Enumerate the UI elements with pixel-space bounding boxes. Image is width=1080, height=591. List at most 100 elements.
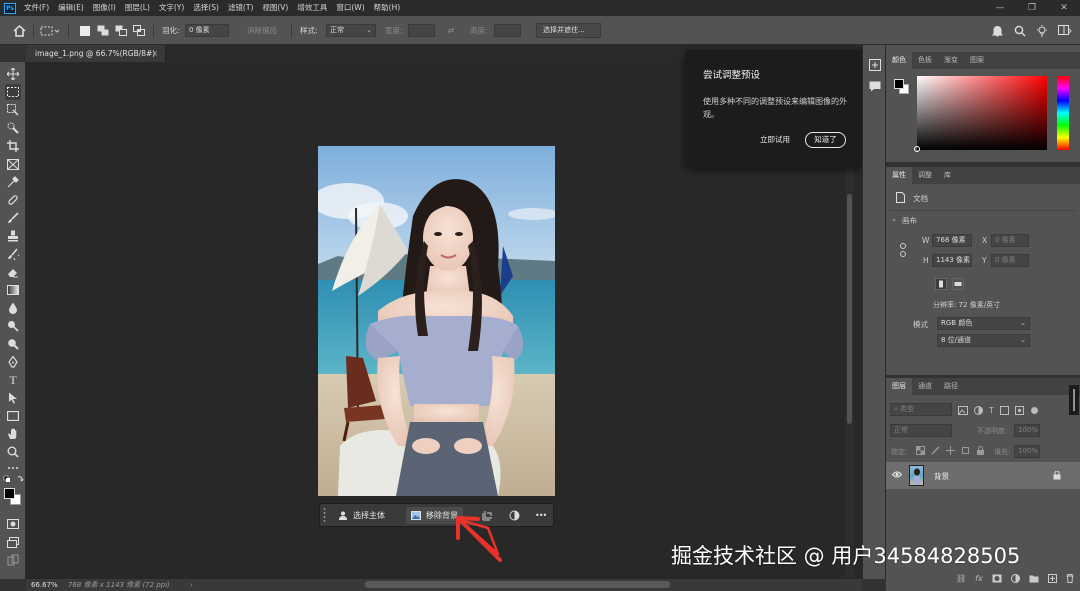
layer-filter-select[interactable]: ⌕ 类型: [890, 403, 952, 416]
color-field-picker[interactable]: [914, 76, 1047, 152]
sponge-tool-icon[interactable]: [5, 336, 21, 352]
menu-view[interactable]: 视图(V): [262, 0, 288, 16]
link-dimensions-icon[interactable]: [899, 243, 907, 259]
menu-plugins[interactable]: 增效工具: [297, 0, 327, 16]
menu-filter[interactable]: 滤镜(T): [228, 0, 253, 16]
move-tool-icon[interactable]: [5, 66, 21, 82]
lock-position-icon[interactable]: [946, 446, 955, 455]
drag-handle-icon[interactable]: [323, 507, 326, 524]
workspace-icon[interactable]: [1056, 23, 1074, 38]
opacity-input[interactable]: 100%: [1014, 424, 1040, 437]
tab-layers[interactable]: 图层: [886, 378, 912, 395]
restore-icon[interactable]: ❐: [1016, 0, 1048, 16]
lock-artboard-icon[interactable]: [961, 446, 970, 455]
collapse-chevron-icon[interactable]: ⌄: [891, 215, 897, 223]
zoom-level[interactable]: 66.67%: [31, 579, 58, 591]
notification-bell-icon[interactable]: [989, 23, 1005, 38]
menu-window[interactable]: 窗口(W): [336, 0, 364, 16]
canvas-x-input[interactable]: 0 像素: [991, 234, 1029, 247]
fill-input[interactable]: 100%: [1014, 445, 1040, 458]
crop-tool-icon[interactable]: [5, 138, 21, 154]
menu-select[interactable]: 选择(S): [193, 0, 219, 16]
canvas-y-input[interactable]: 0 像素: [991, 254, 1029, 267]
artboard-icon[interactable]: [5, 552, 21, 568]
history-panel-icon[interactable]: [869, 59, 881, 73]
visibility-eye-icon[interactable]: [891, 471, 903, 480]
menu-image[interactable]: 图像(I): [93, 0, 116, 16]
menu-type[interactable]: 文字(Y): [159, 0, 184, 16]
layer-name[interactable]: 背景: [934, 471, 949, 482]
menu-layer[interactable]: 图层(L): [125, 0, 150, 16]
more-options-button[interactable]: •••: [530, 507, 551, 524]
select-subject-button[interactable]: 选择主体: [333, 507, 390, 524]
new-group-icon[interactable]: [1029, 574, 1039, 583]
menu-file[interactable]: 文件(F): [24, 0, 49, 16]
rectangular-marquee-tool-icon[interactable]: [5, 84, 21, 100]
lock-image-icon[interactable]: [931, 446, 940, 455]
filter-pixel-icon[interactable]: [958, 405, 968, 415]
more-tools-icon[interactable]: [5, 460, 21, 476]
filter-type-icon[interactable]: T: [989, 406, 994, 415]
link-layers-icon[interactable]: ⛓: [956, 574, 966, 583]
zoom-tool-icon[interactable]: [5, 444, 21, 460]
pen-tool-icon[interactable]: [5, 354, 21, 370]
add-mask-icon[interactable]: [992, 574, 1002, 583]
select-and-mask-button[interactable]: 选择并遮住...: [536, 23, 601, 38]
default-colors-icon[interactable]: [3, 475, 25, 483]
tab-channels[interactable]: 通道: [912, 378, 938, 395]
feather-input[interactable]: 0 像素: [185, 24, 229, 37]
menu-help[interactable]: 帮助(H): [374, 0, 401, 16]
lock-transparent-icon[interactable]: [916, 446, 925, 455]
brush-tool-icon[interactable]: [5, 210, 21, 226]
status-menu-chevron-icon[interactable]: ›: [190, 579, 193, 591]
quick-mask-icon[interactable]: [5, 516, 21, 532]
panel-scroll-handle[interactable]: [1069, 385, 1079, 415]
fg-bg-color-swatches[interactable]: [894, 79, 910, 95]
blur-tool-icon[interactable]: [5, 300, 21, 316]
subtract-from-selection-icon[interactable]: [113, 23, 128, 38]
path-selection-tool-icon[interactable]: [5, 390, 21, 406]
home-icon[interactable]: [8, 23, 30, 38]
swap-width-height-icon[interactable]: ⇄: [444, 23, 458, 38]
lock-all-icon[interactable]: [976, 446, 985, 455]
close-tab-icon[interactable]: ×: [152, 45, 158, 62]
tab-gradients[interactable]: 渐变: [938, 52, 964, 69]
tab-color[interactable]: 颜色: [886, 52, 912, 69]
tab-swatches[interactable]: 色板: [912, 52, 938, 69]
foreground-color-swatch[interactable]: [4, 488, 15, 499]
document-image[interactable]: [318, 146, 555, 496]
comments-panel-icon[interactable]: [869, 81, 881, 94]
horizontal-scrollbar[interactable]: [365, 581, 670, 588]
hand-tool-icon[interactable]: [5, 426, 21, 442]
canvas-height-input[interactable]: 1143 像素: [932, 254, 972, 267]
type-tool-icon[interactable]: T: [5, 372, 21, 388]
clone-stamp-tool-icon[interactable]: [5, 228, 21, 244]
intersect-selection-icon[interactable]: [131, 23, 146, 38]
color-mode-select[interactable]: RGB 颜色 ⌄: [937, 317, 1030, 330]
marquee-tool-preset-icon[interactable]: [38, 23, 62, 38]
filter-shape-icon[interactable]: [999, 405, 1009, 415]
frame-tool-icon[interactable]: [5, 156, 21, 172]
screen-mode-icon[interactable]: [5, 534, 21, 550]
new-layer-icon[interactable]: [1047, 574, 1057, 583]
antialias-checkbox-label[interactable]: 消除锯齿: [247, 24, 277, 37]
eyedropper-tool-icon[interactable]: [5, 174, 21, 190]
document-tab[interactable]: image_1.png @ 66.7%(RGB/8#) ×: [26, 45, 166, 62]
landscape-orientation-icon[interactable]: [952, 278, 964, 290]
quick-selection-tool-icon[interactable]: [5, 120, 21, 136]
hue-slider[interactable]: [1057, 76, 1069, 150]
history-brush-icon[interactable]: [5, 246, 21, 262]
style-select[interactable]: 正常 ⌄: [326, 24, 376, 37]
discover-lightbulb-icon[interactable]: [1034, 23, 1050, 38]
tab-properties[interactable]: 属性: [886, 167, 912, 184]
layer-style-icon[interactable]: fx: [975, 574, 983, 583]
width-input[interactable]: [408, 24, 435, 37]
got-it-button[interactable]: 知道了: [805, 132, 846, 148]
try-now-link[interactable]: 立即试用: [760, 134, 790, 145]
object-selection-tool-icon[interactable]: [5, 102, 21, 118]
color-swatches[interactable]: [4, 488, 22, 506]
search-icon[interactable]: [1012, 23, 1028, 38]
filter-adjustment-icon[interactable]: [974, 405, 983, 415]
new-selection-icon[interactable]: [77, 23, 92, 38]
tab-paths[interactable]: 路径: [938, 378, 964, 395]
